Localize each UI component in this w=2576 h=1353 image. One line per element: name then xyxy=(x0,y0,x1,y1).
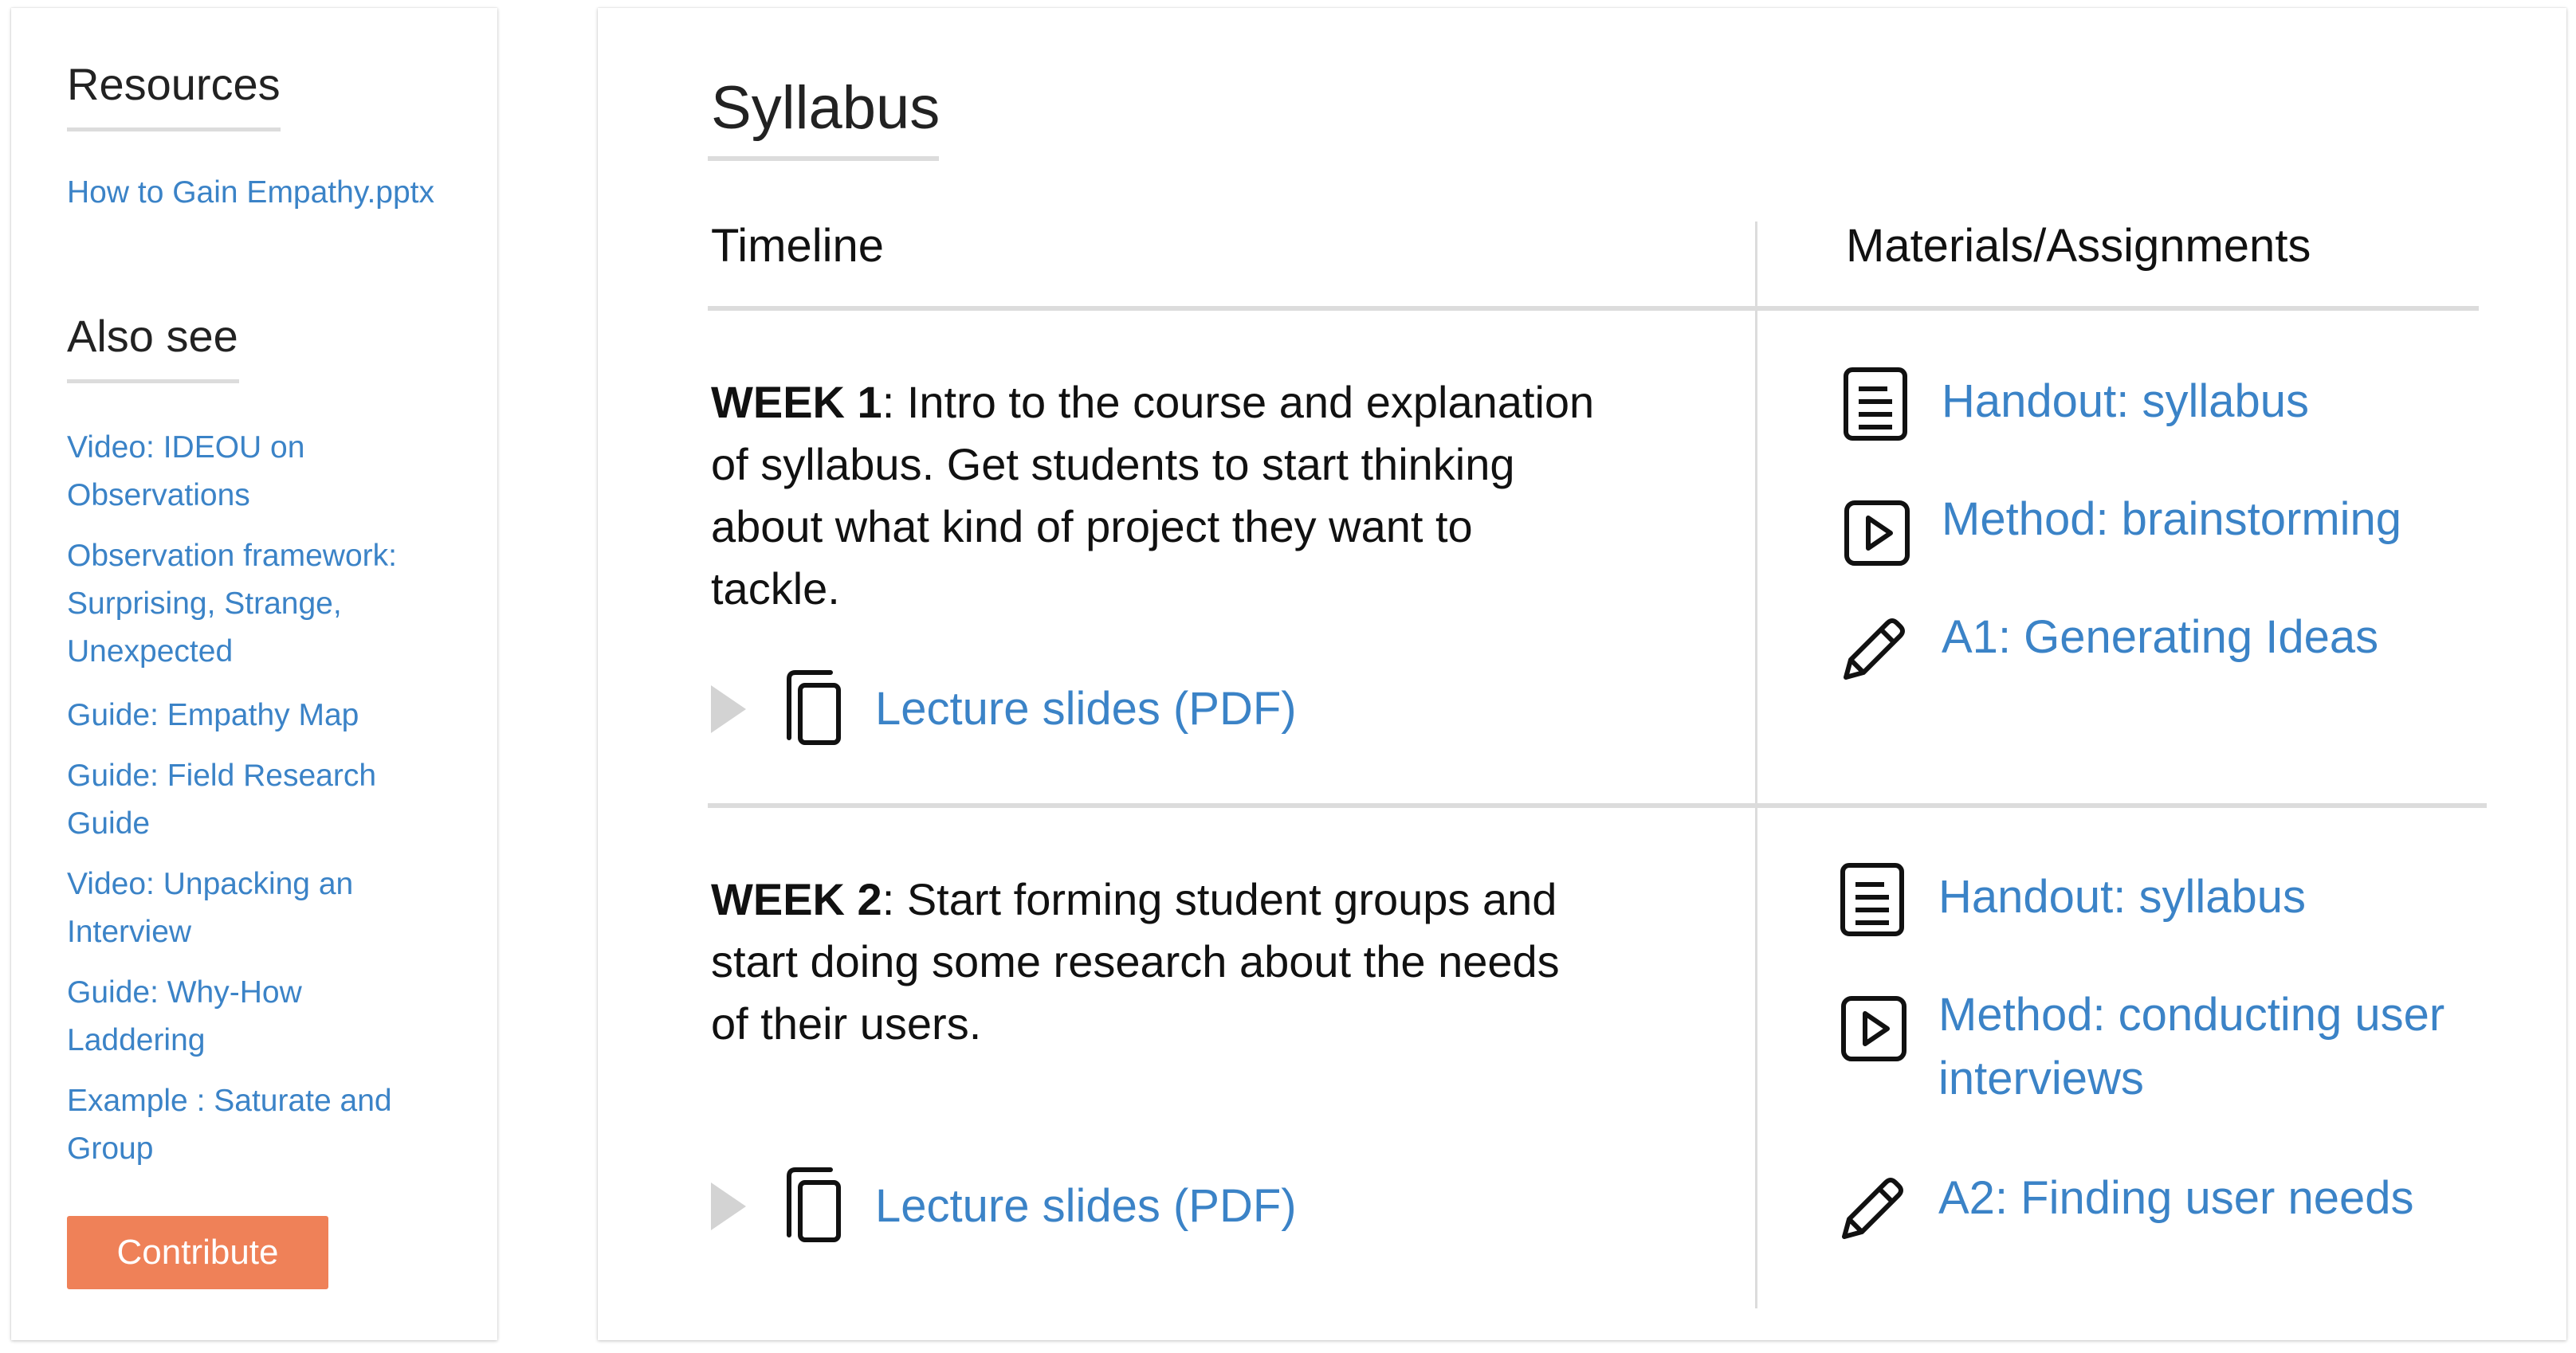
week-2-handout-document-icon xyxy=(1840,863,1904,936)
materials-column-header: Materials/Assignments xyxy=(1846,220,2311,272)
also-see-link-ideou-observations[interactable]: Video: IDEOU on Observations xyxy=(67,424,304,520)
week-2-description: WEEK 2: Start forming student groups and… xyxy=(711,874,1560,1049)
week-1-a1-generating-ideas-link[interactable]: A1: Generating Ideas xyxy=(1942,606,2563,669)
week-2-assignment-pencil-icon xyxy=(1842,1178,1903,1239)
also-see-link-observation-framework[interactable]: Observation framework: Surprising, Strang… xyxy=(67,532,397,676)
week-2-method-video-play-icon xyxy=(1841,996,1906,1061)
week-1-expand-arrow[interactable] xyxy=(711,685,746,733)
title-rule xyxy=(708,156,939,161)
week-1-method-brainstorming-link[interactable]: Method: brainstorming xyxy=(1942,488,2563,551)
resources-heading-rule xyxy=(67,127,281,131)
page-title: Syllabus xyxy=(711,74,940,142)
resource-link[interactable]: How to Gain Empathy.pptx xyxy=(67,169,434,217)
week-1-handout-syllabus-link[interactable]: Handout: syllabus xyxy=(1942,370,2563,433)
week-2-lecture-slides-link[interactable]: Lecture slides (PDF) xyxy=(875,1175,1297,1238)
week-2-label: WEEK 2 xyxy=(711,874,882,924)
week-1-copy-slides-icon xyxy=(787,670,841,745)
week-2-method-user-interviews-link[interactable]: Method: conducting user interviews xyxy=(1938,983,2560,1111)
week-1-handout-document-icon xyxy=(1844,367,1907,441)
also-see-link-empathy-map[interactable]: Guide: Empathy Map xyxy=(67,692,359,739)
week-2-handout-syllabus-link[interactable]: Handout: syllabus xyxy=(1938,865,2560,929)
also-see-link-why-how-laddering[interactable]: Guide: Why-How Laddering xyxy=(67,969,302,1065)
also-see-link-field-research-guide[interactable]: Guide: Field Research Guide xyxy=(67,752,376,848)
column-divider xyxy=(1755,222,1757,1308)
also-see-link-unpacking-interview[interactable]: Video: Unpacking an Interview xyxy=(67,861,353,956)
week-2-expand-arrow[interactable] xyxy=(711,1182,746,1230)
syllabus-panel: Syllabus Timeline Materials/Assignments … xyxy=(598,8,2566,1340)
timeline-column-header: Timeline xyxy=(711,220,885,272)
header-divider xyxy=(708,306,2479,311)
also-see-link-saturate-and-group[interactable]: Example : Saturate and Group xyxy=(67,1077,392,1173)
week-divider xyxy=(708,803,2487,808)
week-2-copy-slides-icon xyxy=(787,1167,841,1242)
week-1-lecture-slides-link[interactable]: Lecture slides (PDF) xyxy=(875,677,1297,741)
also-see-heading-rule xyxy=(67,379,239,383)
sidebar: Resources How to Gain Empathy.pptx Also … xyxy=(11,8,497,1340)
week-1-assignment-pencil-icon xyxy=(1844,618,1905,680)
week-1-description: WEEK 1: Intro to the course and explanat… xyxy=(711,377,1595,614)
week-2-a2-finding-user-needs-link[interactable]: A2: Finding user needs xyxy=(1938,1167,2560,1230)
resources-heading: Resources xyxy=(67,59,281,109)
week-1-label: WEEK 1 xyxy=(711,377,882,427)
contribute-button[interactable]: Contribute xyxy=(67,1216,328,1289)
week-1-method-video-play-icon xyxy=(1844,500,1910,566)
also-see-heading: Also see xyxy=(67,311,238,361)
